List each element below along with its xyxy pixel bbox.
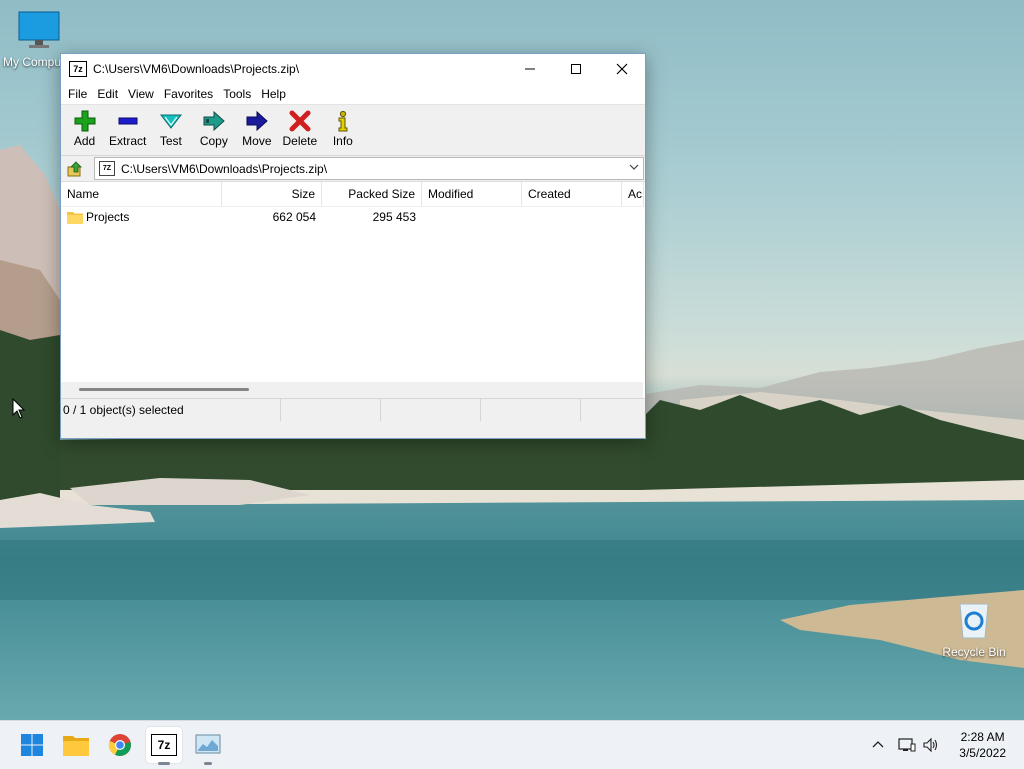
add-button[interactable]: Add (63, 105, 106, 148)
move-label: Move (242, 134, 272, 148)
info-icon (338, 110, 348, 132)
system-tray (870, 721, 940, 769)
row-name: Projects (86, 210, 130, 224)
desktop-icon-label: Recycle Bin (942, 645, 1006, 659)
recycle-bin-icon (959, 603, 989, 639)
network-icon[interactable] (898, 737, 916, 753)
add-plus-icon (74, 110, 95, 132)
folder-icon (63, 736, 89, 756)
address-row: 7Z C:\Users\VM6\Downloads\Projects.zip\ (61, 156, 645, 181)
menu-edit[interactable]: Edit (92, 87, 123, 101)
7zip-app-icon: 7z (69, 61, 87, 77)
column-header-name[interactable]: Name (61, 182, 222, 206)
menu-file[interactable]: File (63, 87, 92, 101)
close-button[interactable] (599, 54, 645, 84)
copy-button[interactable]: Copy (192, 105, 235, 148)
taskbar-resource-monitor[interactable] (190, 727, 226, 765)
7zip-icon: 7z (151, 734, 177, 756)
windows-start-icon (21, 734, 43, 756)
test-check-icon (159, 114, 182, 129)
row-name-cell: Projects (61, 210, 222, 224)
horizontal-scrollbar[interactable] (61, 382, 643, 398)
chevron-up-icon[interactable] (870, 737, 886, 753)
column-header-modified[interactable]: Modified (422, 182, 522, 206)
menu-bar: File Edit View Favorites Tools Help (61, 84, 645, 104)
copy-label: Copy (199, 134, 228, 148)
taskbar-file-explorer[interactable] (58, 727, 94, 763)
up-folder-button[interactable] (63, 157, 87, 181)
table-row[interactable]: Projects 662 054 295 453 (61, 207, 645, 227)
volume-icon[interactable] (922, 737, 940, 753)
archive-icon: 7Z (99, 161, 115, 176)
add-label: Add (73, 134, 96, 148)
extract-label: Extract (109, 134, 147, 148)
extract-button[interactable]: Extract (106, 105, 149, 148)
test-label: Test (159, 134, 182, 148)
info-label: Info (332, 134, 353, 148)
7zip-file-manager-window: 7z C:\Users\VM6\Downloads\Projects.zip\ … (60, 53, 646, 439)
menu-view[interactable]: View (123, 87, 159, 101)
scrollbar-thumb[interactable] (79, 388, 249, 391)
taskbar-7zip[interactable]: 7z (146, 727, 182, 765)
move-button[interactable]: Move (235, 105, 278, 148)
info-button[interactable]: Info (321, 105, 364, 148)
row-size: 662 054 (272, 210, 316, 224)
minimize-button[interactable] (507, 54, 553, 84)
extract-minus-icon (118, 117, 138, 125)
status-segment (481, 399, 581, 421)
title-bar[interactable]: 7z C:\Users\VM6\Downloads\Projects.zip\ (61, 54, 645, 84)
menu-tools[interactable]: Tools (218, 87, 256, 101)
clock-time: 2:28 AM (960, 730, 1005, 744)
running-indicator (158, 762, 170, 765)
minimize-icon (525, 68, 535, 70)
taskbar: 7z 2:28 AM 3/5/2022 (0, 720, 1024, 769)
desktop-icon-recycle-bin[interactable]: Recycle Bin (938, 598, 1010, 659)
status-bar: 0 / 1 object(s) selected (61, 398, 645, 421)
move-arrow-icon (246, 110, 268, 132)
menu-favorites[interactable]: Favorites (159, 87, 218, 101)
toolbar: Add Extract Test Copy Move Delete Info (61, 104, 645, 156)
status-segment (281, 399, 381, 421)
taskbar-chrome[interactable] (102, 727, 138, 763)
maximize-icon (571, 64, 581, 74)
mouse-cursor-icon (12, 398, 26, 419)
copy-arrow-icon (203, 110, 225, 132)
column-header-created[interactable]: Created (522, 182, 622, 206)
address-bar[interactable]: 7Z C:\Users\VM6\Downloads\Projects.zip\ (94, 157, 644, 180)
window-title: C:\Users\VM6\Downloads\Projects.zip\ (93, 62, 300, 76)
up-folder-icon (67, 160, 82, 176)
row-packed-size: 295 453 (372, 210, 416, 224)
delete-button[interactable]: Delete (278, 105, 321, 148)
menu-help[interactable]: Help (256, 87, 291, 101)
status-segment (381, 399, 481, 421)
column-header-accessed[interactable]: Ac (622, 182, 644, 206)
folder-icon (67, 211, 83, 224)
monitor-icon (18, 11, 60, 48)
delete-x-icon (289, 110, 311, 132)
column-header-packed-size[interactable]: Packed Size (322, 182, 422, 206)
chrome-icon (108, 734, 131, 756)
running-indicator (204, 762, 212, 765)
maximize-button[interactable] (553, 54, 599, 84)
test-button[interactable]: Test (149, 105, 192, 148)
address-path: C:\Users\VM6\Downloads\Projects.zip\ (121, 161, 328, 176)
delete-label: Delete (282, 134, 318, 148)
status-text: 0 / 1 object(s) selected (61, 399, 281, 421)
column-header-size[interactable]: Size (222, 182, 322, 206)
monitor-chart-icon (195, 734, 221, 754)
close-icon (616, 63, 628, 75)
start-button[interactable] (14, 727, 50, 763)
taskbar-clock[interactable]: 2:28 AM 3/5/2022 (959, 729, 1006, 761)
column-headers: Name Size Packed Size Modified Created A… (61, 182, 645, 207)
file-list[interactable]: Name Size Packed Size Modified Created A… (61, 181, 645, 398)
chevron-down-icon[interactable] (629, 162, 639, 172)
clock-date: 3/5/2022 (959, 746, 1006, 760)
